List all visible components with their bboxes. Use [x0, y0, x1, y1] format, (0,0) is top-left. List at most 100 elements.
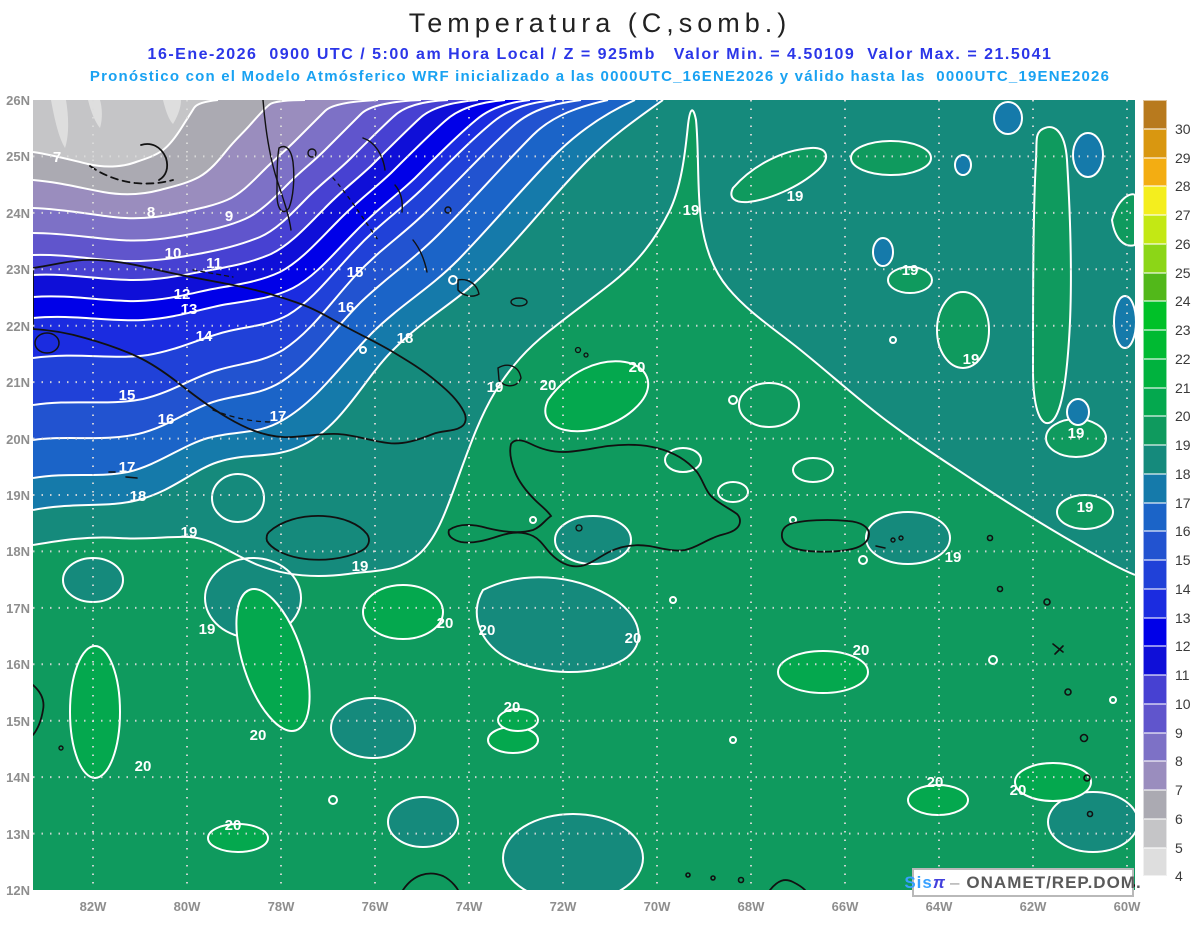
colorbar-cell — [1143, 617, 1167, 647]
contour-label: 20 — [504, 699, 521, 716]
colorbar-tick-label: 22 — [1175, 350, 1191, 367]
contour-label: 19 — [787, 188, 804, 205]
lon-tick-label: 72W — [549, 899, 577, 914]
temperature-colorbar — [1143, 100, 1167, 905]
colorbar-cell — [1143, 416, 1167, 445]
colorbar-cell — [1143, 732, 1167, 762]
contour-label: 9 — [225, 208, 233, 225]
contour-label: 16 — [338, 299, 355, 316]
colorbar-tick-label: 14 — [1175, 580, 1191, 597]
colorbar-tick-label: 15 — [1175, 552, 1191, 568]
contour-label: 20 — [250, 727, 267, 744]
colorbar-cell — [1143, 186, 1167, 215]
colorbar-tick-label: 29 — [1175, 149, 1191, 166]
colorbar-cell — [1143, 703, 1167, 733]
colorbar-tick-label: 25 — [1175, 264, 1191, 281]
lat-tick-label: 14N — [6, 770, 30, 786]
colorbar-tick-label: 10 — [1175, 695, 1191, 712]
colorbar-cell — [1143, 675, 1167, 704]
lon-tick-label: 70W — [643, 899, 671, 914]
lat-tick-label: 24N — [6, 205, 30, 221]
lat-tick-label: 18N — [6, 544, 30, 560]
colorbar-cell — [1143, 847, 1167, 877]
lat-tick-label: 25N — [6, 149, 30, 165]
colorbar-tick-label: 21 — [1175, 379, 1191, 396]
watermark-separator: – — [949, 872, 961, 892]
contour-label: 18 — [397, 330, 414, 347]
contour-label: 19 — [487, 379, 504, 396]
colorbar-cell — [1143, 531, 1167, 560]
contour-label: 18 — [130, 488, 147, 505]
colorbar-cell — [1143, 301, 1167, 330]
contour-label: 20 — [1010, 782, 1027, 799]
contour-label: 19 — [1068, 425, 1085, 442]
colorbar-cell — [1143, 330, 1167, 359]
contour-label: 17 — [119, 459, 136, 476]
colorbar-tick-label: 26 — [1175, 235, 1191, 252]
colorbar-tick-label: 12 — [1175, 638, 1191, 655]
colorbar-cell — [1143, 473, 1167, 503]
colorbar-cell — [1143, 761, 1167, 790]
watermark-brand: Sis — [904, 872, 933, 892]
colorbar-tick-label: 24 — [1175, 293, 1191, 310]
valid-time-and-minmax-line: 16-Ene-2026 0900 UTC / 5:00 am Hora Loca… — [147, 46, 1053, 63]
colorbar-tick-label: 16 — [1175, 523, 1191, 540]
lat-tick-label: 26N — [6, 93, 30, 108]
colorbar-tick-label: 11 — [1175, 667, 1190, 683]
colorbar-tick-label: 28 — [1175, 178, 1191, 195]
lon-tick-label: 66W — [831, 899, 859, 914]
colorbar-cell — [1143, 215, 1167, 244]
model-init-line: Pronóstico con el Modelo Atmósferico WRF… — [89, 68, 1111, 85]
lon-tick-label: 64W — [925, 899, 953, 914]
contour-label: 11 — [206, 255, 222, 272]
contour-label: 20 — [479, 622, 496, 639]
contour-label: 15 — [119, 387, 136, 404]
contour-label: 15 — [347, 264, 364, 281]
lat-tick-label: 22N — [6, 318, 30, 334]
colorbar-cell — [1143, 588, 1167, 618]
colorbar-tick-label: 8 — [1175, 753, 1183, 770]
colorbar-tick-label: 17 — [1175, 494, 1191, 511]
colorbar-cell — [1143, 243, 1167, 273]
contour-label: 10 — [165, 245, 182, 262]
lat-tick-label: 21N — [6, 375, 30, 391]
contour-label: 19 — [945, 549, 962, 566]
colorbar-tick-label: 20 — [1175, 408, 1191, 425]
colorbar-tick-label: 4 — [1175, 868, 1183, 885]
colorbar-cell — [1143, 790, 1167, 819]
lon-tick-label: 78W — [267, 899, 295, 914]
colorbar-tick-label: 13 — [1175, 609, 1191, 626]
contour-label: 20 — [225, 817, 242, 834]
lat-tick-label: 23N — [6, 262, 30, 278]
lat-tick-label: 12N — [6, 883, 30, 898]
watermark-agency: ONAMET/REP.DOM. — [966, 872, 1142, 892]
watermark-box: Sis π – ONAMET/REP.DOM. — [904, 868, 1141, 897]
colorbar-tick-label: 30 — [1175, 120, 1191, 137]
lon-tick-label: 82W — [79, 899, 107, 914]
colorbar-tick-label: 23 — [1175, 322, 1191, 338]
contour-label: 20 — [853, 642, 870, 659]
colorbar-tick-label: 18 — [1175, 465, 1191, 482]
colorbar-tick-label: 6 — [1175, 810, 1183, 827]
colorbar-tick-label: 9 — [1175, 724, 1183, 741]
contour-label: 20 — [135, 758, 152, 775]
pi-logo-icon: π — [932, 872, 946, 892]
lon-tick-label: 74W — [455, 899, 483, 914]
contour-label: 19 — [352, 558, 369, 575]
contour-label: 20 — [625, 630, 642, 647]
weather-chart-page: { "header": { "title": "Temperatura (C,s… — [0, 0, 1200, 927]
contour-label: 13 — [181, 301, 198, 318]
contour-label: 19 — [181, 524, 198, 541]
colorbar-cell — [1143, 445, 1167, 474]
colorbar-cell — [1143, 358, 1167, 388]
colorbar-cell — [1143, 272, 1167, 302]
contour-label: 19 — [963, 351, 980, 368]
temperature-map: 7 8 9 10 11 12 13 14 15 15 16 16 17 17 18 18 19 19 19 19 19 1… — [33, 100, 1135, 890]
lat-tick-label: 16N — [6, 657, 30, 673]
lon-tick-label: 80W — [173, 899, 201, 914]
contour-label: 17 — [270, 408, 287, 425]
contour-label: 8 — [147, 204, 155, 221]
lon-tick-label: 60W — [1113, 899, 1141, 914]
page-title: Temperatura (C,somb.) — [408, 8, 792, 38]
colorbar-tick-label: 5 — [1175, 839, 1183, 856]
